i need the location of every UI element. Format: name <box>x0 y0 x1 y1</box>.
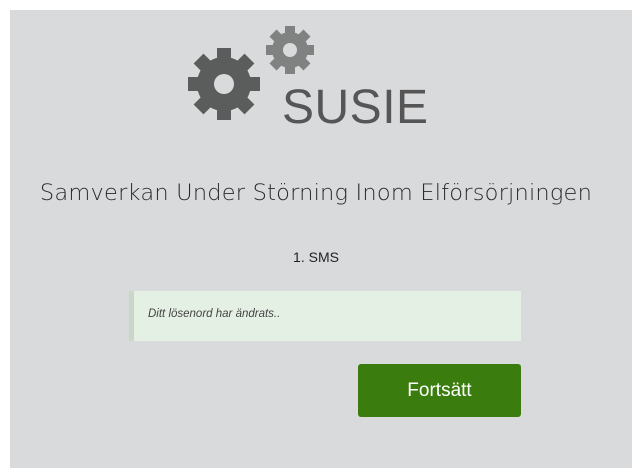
logo-text: SUSIE <box>282 81 429 134</box>
continue-button[interactable]: Fortsätt <box>358 364 521 417</box>
step-label: 1. SMS <box>293 249 339 265</box>
status-message-text: Ditt lösenord har ändrats.. <box>148 308 281 320</box>
logo: SUSIE <box>180 10 450 140</box>
status-message: Ditt lösenord har ändrats.. <box>129 291 521 341</box>
page-subtitle: Samverkan Under Störning Inom Elförsörjn… <box>39 180 593 206</box>
